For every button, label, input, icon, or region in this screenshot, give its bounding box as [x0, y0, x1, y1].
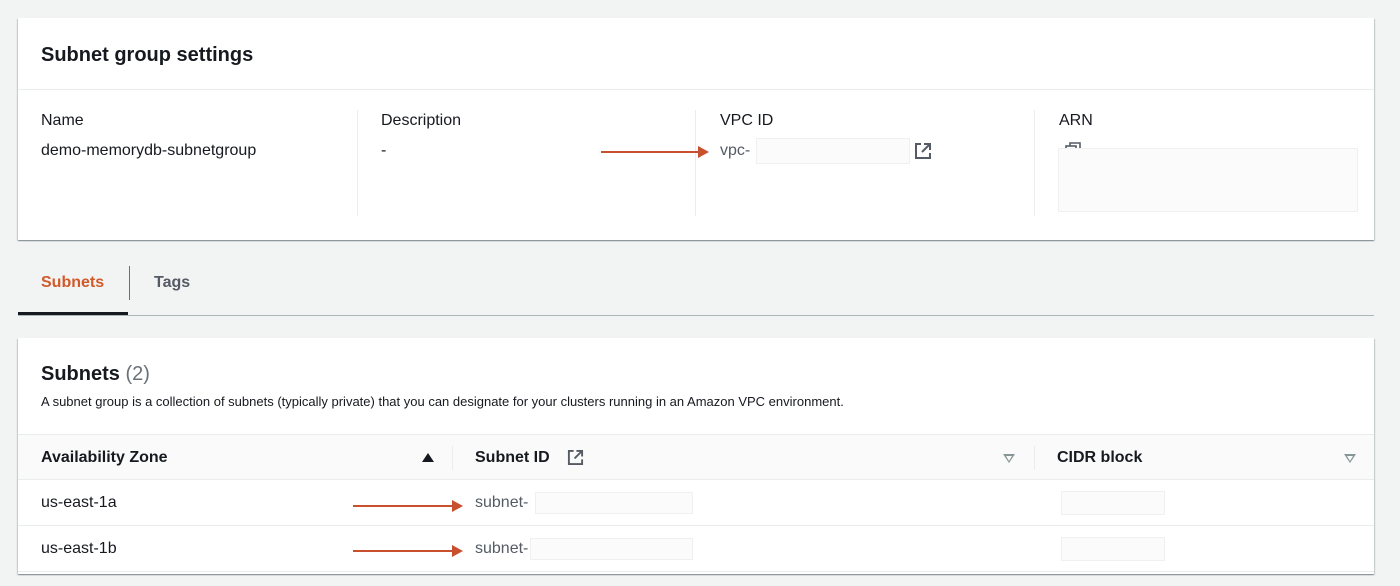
- column-divider: [1034, 110, 1035, 216]
- sort-icon[interactable]: [1003, 454, 1015, 463]
- column-header-cidr-block[interactable]: CIDR block: [1057, 449, 1142, 467]
- redacted-vpc-id: [756, 138, 910, 164]
- subnets-heading: Subnets (2): [41, 363, 150, 386]
- tab-separator: [129, 266, 130, 300]
- subnet-id-link[interactable]: subnet-: [475, 540, 528, 558]
- redacted-cidr-block: [1061, 491, 1165, 515]
- subnets-description: A subnet group is a collection of subnet…: [41, 394, 844, 409]
- table-row: us-east-1a subnet-: [18, 480, 1374, 526]
- redacted-arn: [1058, 148, 1358, 212]
- vpc-id-label: VPC ID: [720, 112, 774, 129]
- subnet-group-settings-panel: Subnet group settings Name demo-memorydb…: [18, 18, 1374, 240]
- redacted-subnet-id: [530, 538, 693, 560]
- name-field: Name demo-memorydb-subnetgroup: [41, 112, 361, 216]
- availability-zone-cell: us-east-1a: [41, 494, 117, 511]
- vpc-id-field: VPC ID vpc-: [720, 112, 1020, 216]
- column-divider: [1034, 446, 1035, 470]
- column-header-subnet-id[interactable]: Subnet ID: [475, 449, 550, 467]
- description-value: -: [381, 142, 387, 159]
- annotation-arrow: [335, 161, 445, 173]
- tab-bar: Subnets Tags: [18, 262, 1374, 316]
- vpc-id-link[interactable]: vpc-: [720, 142, 750, 160]
- redacted-subnet-id: [535, 492, 693, 514]
- annotation-arrow: [353, 500, 463, 512]
- subnets-panel: Subnets (2) A subnet group is a collecti…: [18, 338, 1374, 574]
- table-header: Availability Zone Subnet ID CIDR block: [18, 434, 1374, 480]
- name-value: demo-memorydb-subnetgroup: [41, 142, 257, 159]
- description-label: Description: [381, 112, 462, 129]
- subnets-count: (2): [125, 363, 150, 385]
- subnet-id-link[interactable]: subnet-: [475, 494, 528, 512]
- column-divider: [452, 446, 453, 470]
- active-tab-indicator: [18, 312, 128, 315]
- tab-tags[interactable]: Tags: [154, 274, 190, 292]
- column-divider: [695, 110, 696, 216]
- column-header-availability-zone[interactable]: Availability Zone: [41, 449, 168, 467]
- external-link-icon: [567, 449, 584, 466]
- redacted-cidr-block: [1061, 537, 1165, 561]
- sort-icon[interactable]: [1344, 454, 1356, 463]
- annotation-arrow: [353, 545, 463, 557]
- settings-header: Subnet group settings: [18, 18, 1374, 90]
- external-link-icon[interactable]: [914, 142, 932, 160]
- arn-label: ARN: [1059, 112, 1093, 129]
- tab-subnets[interactable]: Subnets: [41, 274, 104, 292]
- annotation-arrow: [601, 146, 709, 158]
- sort-ascending-icon[interactable]: [422, 453, 434, 462]
- availability-zone-cell: us-east-1b: [41, 540, 117, 557]
- subnets-title: Subnets: [41, 363, 120, 385]
- name-label: Name: [41, 112, 84, 129]
- table-row: us-east-1b subnet-: [18, 526, 1374, 572]
- settings-title: Subnet group settings: [41, 44, 254, 66]
